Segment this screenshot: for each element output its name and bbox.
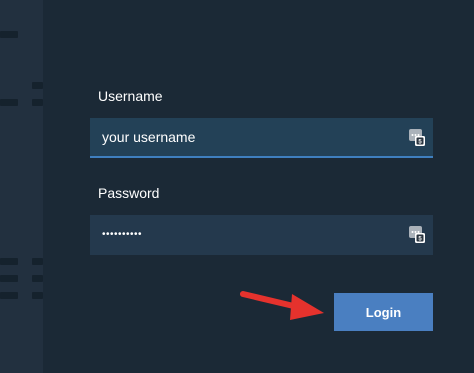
login-page: Username 5 Password	[0, 0, 474, 373]
password-label: Password	[98, 185, 160, 201]
username-input[interactable]	[90, 118, 390, 156]
password-manager-icon[interactable]: 5	[409, 226, 425, 243]
password-input[interactable]	[90, 215, 390, 253]
username-field-box: 5	[90, 118, 433, 158]
red-arrow-annotation	[240, 291, 324, 320]
password-manager-icon[interactable]: 5	[409, 129, 425, 146]
username-label: Username	[98, 88, 163, 104]
login-form: Username 5 Password	[0, 0, 474, 373]
login-button[interactable]: Login	[334, 293, 433, 331]
password-field-box: 5	[90, 215, 433, 255]
